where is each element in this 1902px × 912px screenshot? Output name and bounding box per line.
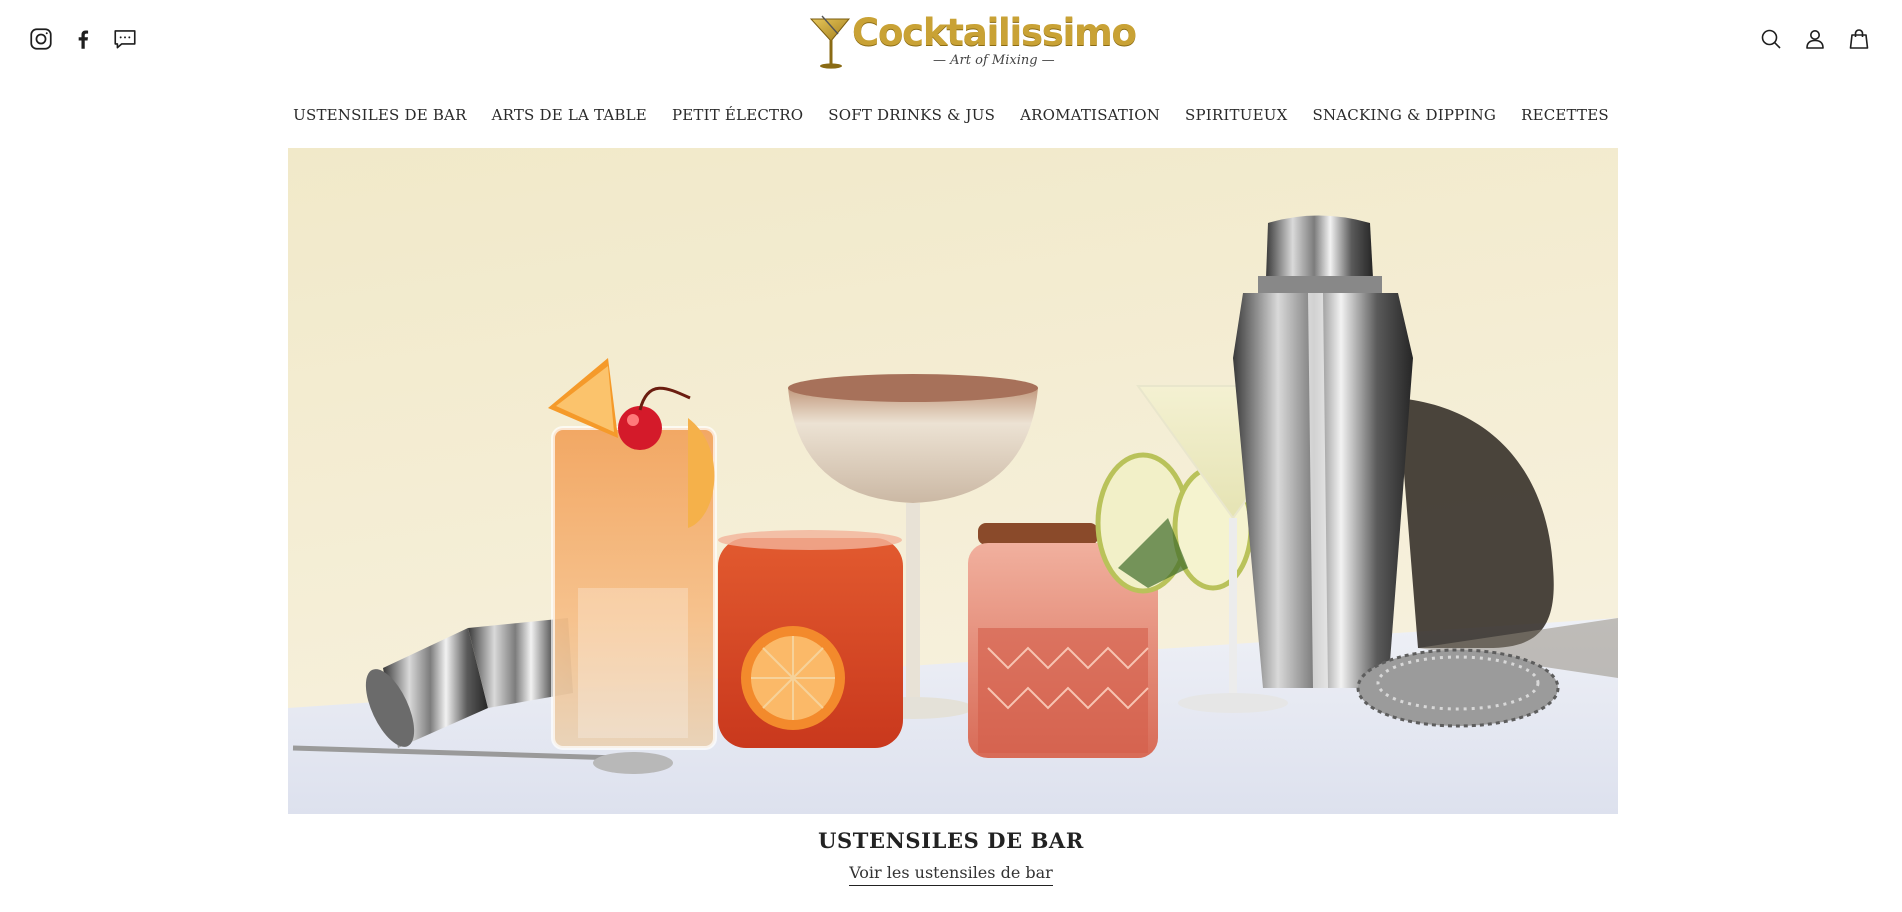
main-navigation: USTENSILES DE BAR ARTS DE LA TABLE PETIT… xyxy=(0,100,1902,130)
account-icon[interactable] xyxy=(1802,24,1828,54)
cocktail-glass-logo-icon xyxy=(809,15,851,69)
nav-item-arts-de-la-table[interactable]: ARTS DE LA TABLE xyxy=(479,100,659,130)
nav-item-snacking-dipping[interactable]: SNACKING & DIPPING xyxy=(1300,100,1509,130)
site-logo[interactable]: Cocktailissimo — Art of Mixing — xyxy=(808,14,1137,72)
nav-item-petit-electro[interactable]: PETIT ÉLECTRO xyxy=(659,100,815,130)
hero-cta-link[interactable]: Voir les ustensiles de bar xyxy=(849,862,1053,886)
facebook-icon[interactable] xyxy=(70,24,96,54)
site-header: Cocktailissimo — Art of Mixing — xyxy=(0,0,1902,100)
chat-icon[interactable] xyxy=(112,24,138,54)
brand-tagline: — Art of Mixing — xyxy=(933,53,1055,68)
social-links xyxy=(28,24,138,54)
search-icon[interactable] xyxy=(1758,24,1784,54)
hero-banner-image[interactable] xyxy=(288,148,1618,814)
nav-item-soft-drinks-jus[interactable]: SOFT DRINKS & JUS xyxy=(816,100,1008,130)
cart-icon[interactable] xyxy=(1846,24,1872,54)
instagram-icon[interactable] xyxy=(28,24,54,54)
nav-item-recettes[interactable]: RECETTES xyxy=(1509,100,1622,130)
nav-item-ustensiles-de-bar[interactable]: USTENSILES DE BAR xyxy=(281,100,479,130)
header-actions xyxy=(1758,24,1872,54)
brand-name: Cocktailissimo xyxy=(852,11,1137,54)
hero-caption: USTENSILES DE BAR Voir les ustensiles de… xyxy=(0,826,1902,886)
nav-item-spiritueux[interactable]: SPIRITUEUX xyxy=(1173,100,1300,130)
nav-item-aromatisation[interactable]: AROMATISATION xyxy=(1008,100,1173,130)
hero-title: USTENSILES DE BAR xyxy=(818,828,1084,853)
